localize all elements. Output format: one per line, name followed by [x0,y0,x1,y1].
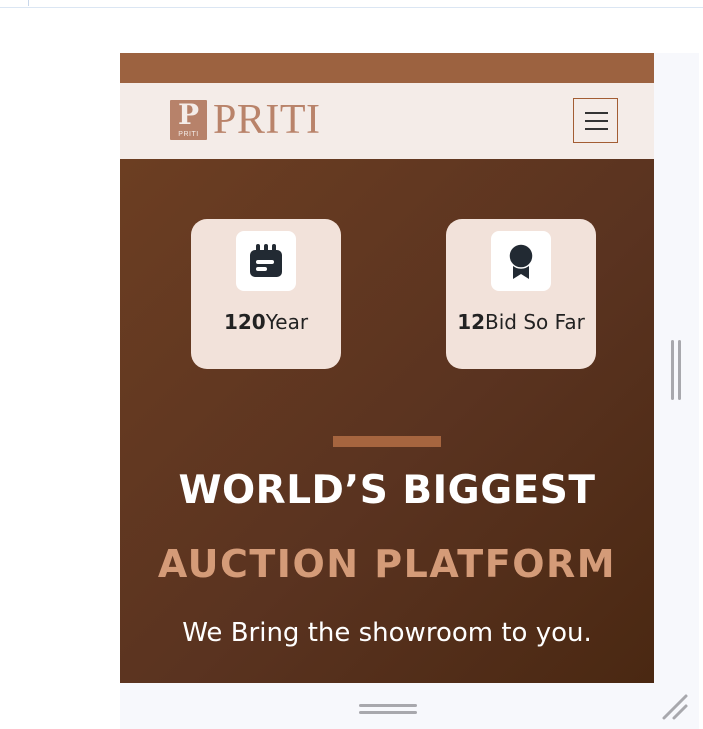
top-accent-bar [120,53,654,83]
brand-logo[interactable]: P PRITI PRITI [170,97,321,143]
menu-bar-line [585,128,608,130]
stat-card-years: 120Year [191,219,341,369]
browser-top-edge [0,0,703,8]
stat-label: Year [265,310,309,334]
hamburger-menu-button[interactable] [573,98,618,143]
stat-value: 120 [223,310,266,334]
stat-card-bids: 12Bid So Far [446,219,596,369]
logo-mark-letter: P [177,98,200,131]
stat-value: 12 [457,310,486,334]
stat-years-text: 120Year [191,310,341,334]
stat-bids-text: 12Bid So Far [446,310,596,334]
corner-resize-icon[interactable] [660,692,690,722]
grip-line [678,340,681,400]
grip-line [671,340,674,400]
award-ribbon-icon [491,231,551,291]
grip-line [359,711,417,714]
calendar-icon [236,231,296,291]
brand-name: PRITI [213,97,321,143]
accent-divider [333,436,441,447]
hero-headline-line2: AUCTION PLATFORM [157,542,617,586]
menu-bar-line [585,112,608,114]
grip-line [359,704,417,707]
logo-mark-small-text: PRITI [178,131,199,138]
logo-mark: P PRITI [170,98,207,140]
hero-section: 120Year 12Bid So Far WORLD’S BIGGEST AUC… [120,159,654,683]
device-viewport: P PRITI PRITI 120Year 12Bid So Far WORLD… [120,53,654,683]
menu-bar-line [585,120,608,122]
navbar: P PRITI PRITI [120,83,654,159]
tab-edge-marker [28,0,29,6]
vertical-resize-handle[interactable] [669,340,683,400]
hero-headline-line1: WORLD’S BIGGEST [178,468,596,513]
stat-label: Bid So Far [485,310,585,334]
horizontal-resize-handle[interactable] [359,702,417,716]
hero-tagline: We Bring the showroom to you. [182,618,592,648]
